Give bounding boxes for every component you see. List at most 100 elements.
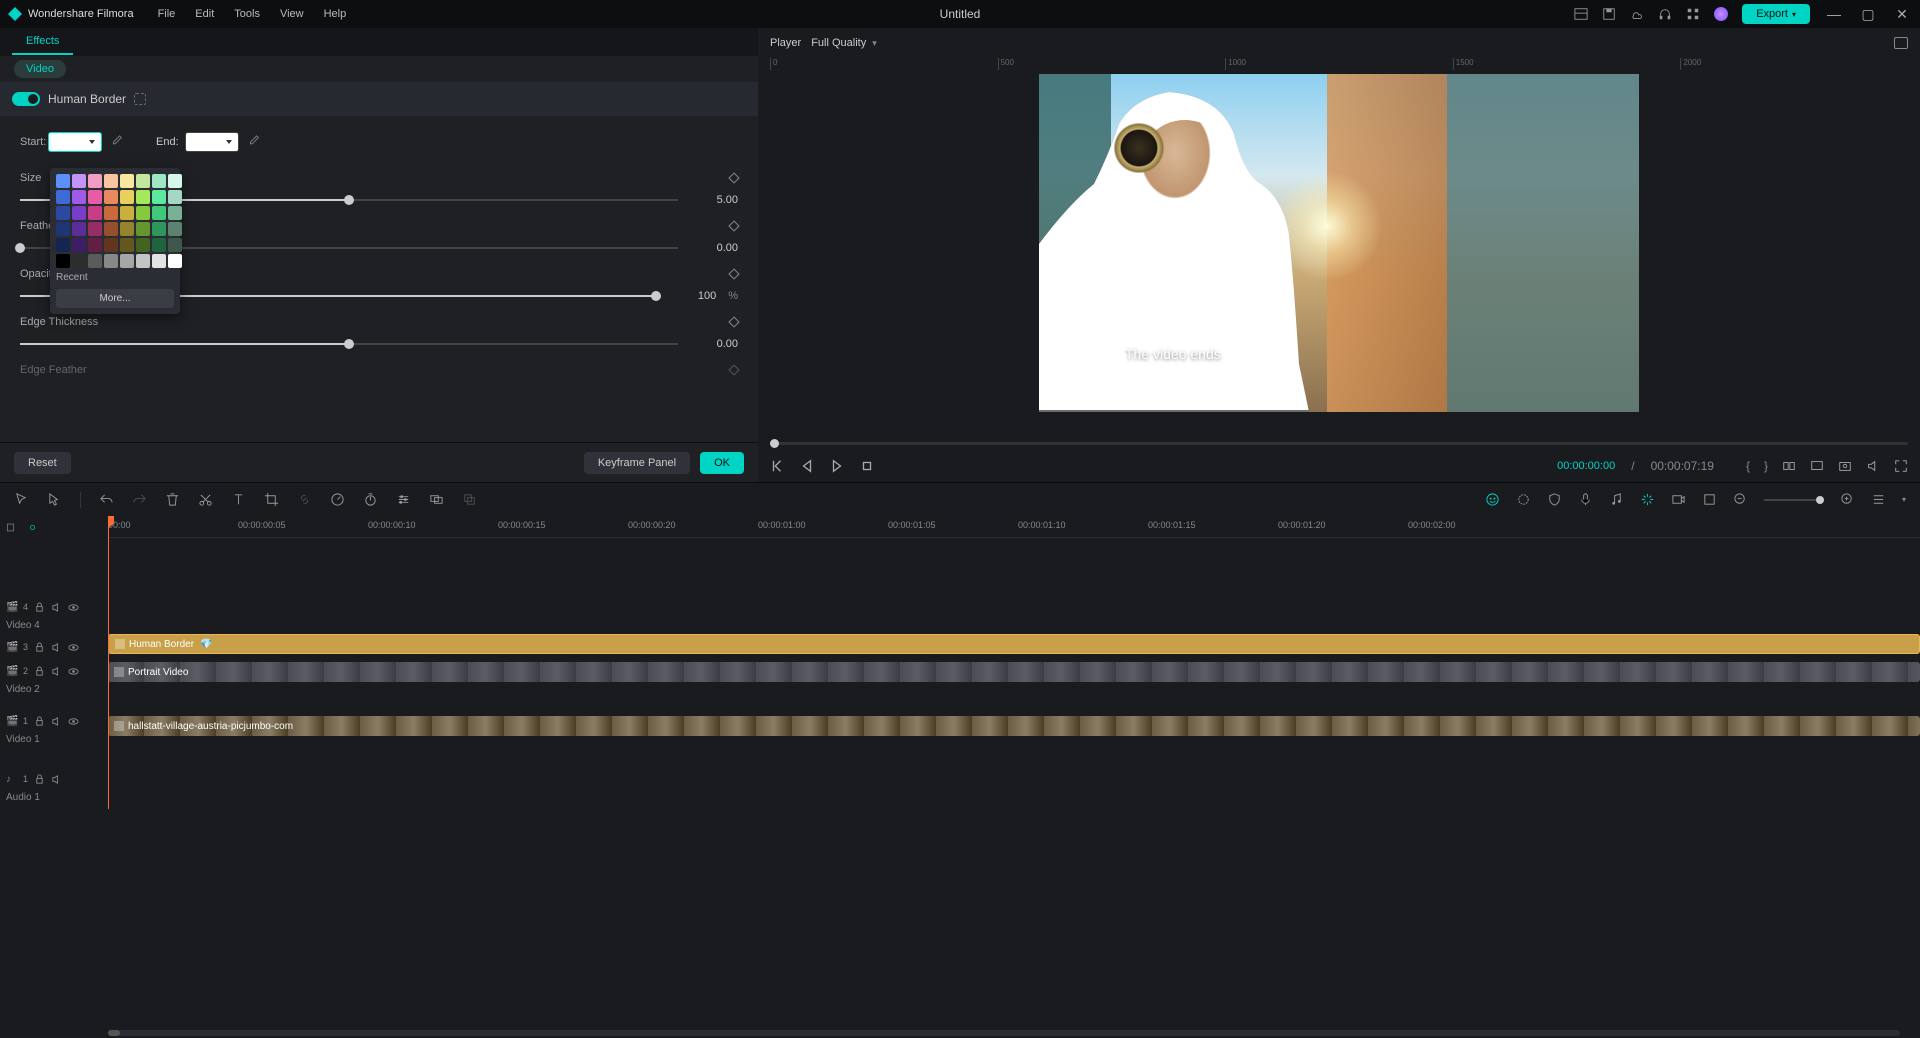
- color-swatch[interactable]: [120, 238, 134, 252]
- keyframe-diamond-icon[interactable]: [728, 220, 739, 231]
- menu-view[interactable]: View: [280, 8, 304, 20]
- color-swatch[interactable]: [120, 174, 134, 188]
- color-swatch[interactable]: [152, 238, 166, 252]
- track-audio-1[interactable]: [108, 782, 1920, 802]
- color-swatch[interactable]: [120, 222, 134, 236]
- speed-icon[interactable]: [330, 492, 345, 507]
- visibility-icon[interactable]: [68, 666, 79, 677]
- color-swatch[interactable]: [56, 190, 70, 204]
- music-icon[interactable]: [1609, 492, 1624, 507]
- track-options-icon[interactable]: [6, 522, 17, 533]
- param-value[interactable]: 100: [668, 290, 716, 302]
- record-icon[interactable]: [1671, 492, 1686, 507]
- param-value[interactable]: 0.00: [690, 242, 738, 254]
- menu-edit[interactable]: Edit: [195, 8, 214, 20]
- color-swatch[interactable]: [72, 206, 86, 220]
- keyframe-panel-button[interactable]: Keyframe Panel: [584, 452, 690, 474]
- color-swatch[interactable]: [56, 174, 70, 188]
- maximize-button[interactable]: ▢: [1858, 6, 1878, 23]
- clip-human-border[interactable]: Human Border 💎: [108, 634, 1920, 654]
- shield-icon[interactable]: [1547, 492, 1562, 507]
- adjust-icon[interactable]: [396, 492, 411, 507]
- param-value[interactable]: 0.00: [690, 338, 738, 350]
- visibility-icon[interactable]: [68, 602, 79, 613]
- mute-icon[interactable]: [51, 716, 62, 727]
- apps-icon[interactable]: [1686, 7, 1700, 21]
- layout-icon[interactable]: [1574, 7, 1588, 21]
- time-ruler[interactable]: 00:0000:00:00:0500:00:00:1000:00:00:1500…: [108, 516, 1920, 538]
- keyframe-diamond-icon[interactable]: [728, 364, 739, 375]
- lock-icon[interactable]: [34, 666, 45, 677]
- headphones-icon[interactable]: [1658, 7, 1672, 21]
- track-video-4[interactable]: [108, 594, 1920, 614]
- menu-help[interactable]: Help: [324, 8, 347, 20]
- link-icon[interactable]: [297, 492, 312, 507]
- color-swatch[interactable]: [136, 254, 150, 268]
- quality-selector[interactable]: Full Quality▾: [811, 37, 877, 49]
- effect-reset-icon[interactable]: [134, 93, 146, 105]
- player-tab[interactable]: Player: [770, 37, 801, 49]
- color-swatch[interactable]: [168, 238, 182, 252]
- eyedropper-start-icon[interactable]: [110, 135, 124, 149]
- reset-button[interactable]: Reset: [14, 452, 71, 474]
- color-swatch[interactable]: [72, 238, 86, 252]
- fullscreen-icon[interactable]: [1894, 459, 1908, 473]
- color-swatch[interactable]: [56, 222, 70, 236]
- menu-file[interactable]: File: [158, 8, 176, 20]
- track-video-2[interactable]: Portrait Video: [108, 662, 1920, 682]
- ai-effect-icon[interactable]: [1640, 492, 1655, 507]
- stop-icon[interactable]: [860, 459, 874, 473]
- cursor-tool-icon[interactable]: [14, 492, 29, 507]
- color-swatch[interactable]: [136, 190, 150, 204]
- list-view-icon[interactable]: [1871, 492, 1886, 507]
- effects-tab[interactable]: Effects: [12, 29, 73, 55]
- param-value[interactable]: 5.00: [690, 194, 738, 206]
- capture-icon[interactable]: [1894, 37, 1908, 49]
- lock-icon[interactable]: [34, 642, 45, 653]
- color-swatch[interactable]: [136, 238, 150, 252]
- close-button[interactable]: ✕: [1892, 6, 1912, 23]
- clip-background-video[interactable]: hallstatt-village-austria-picjumbo-com: [108, 716, 1920, 736]
- mute-icon[interactable]: [51, 774, 62, 785]
- start-color-picker[interactable]: [48, 132, 102, 152]
- color-swatch[interactable]: [88, 174, 102, 188]
- color-swatch[interactable]: [168, 206, 182, 220]
- keyframe-diamond-icon[interactable]: [728, 268, 739, 279]
- select-tool-icon[interactable]: [47, 492, 62, 507]
- scrubber[interactable]: [758, 436, 1920, 450]
- save-icon[interactable]: [1602, 7, 1616, 21]
- lock-icon[interactable]: [34, 716, 45, 727]
- eyedropper-end-icon[interactable]: [247, 135, 261, 149]
- preview-canvas[interactable]: The video ends: [1039, 74, 1639, 412]
- color-swatch[interactable]: [152, 222, 166, 236]
- cut-icon[interactable]: [198, 492, 213, 507]
- mic-icon[interactable]: [1578, 492, 1593, 507]
- compare-icon[interactable]: [1782, 459, 1796, 473]
- undo-icon[interactable]: [99, 492, 114, 507]
- volume-icon[interactable]: [1866, 459, 1880, 473]
- mark-out-icon[interactable]: }: [1764, 459, 1768, 473]
- play-backward-icon[interactable]: [800, 459, 814, 473]
- timer-icon[interactable]: [363, 492, 378, 507]
- track-video-1[interactable]: hallstatt-village-austria-picjumbo-com: [108, 716, 1920, 736]
- color-icon[interactable]: [1516, 492, 1531, 507]
- color-swatch[interactable]: [88, 254, 102, 268]
- zoom-slider[interactable]: [1764, 499, 1824, 501]
- color-swatch[interactable]: [152, 190, 166, 204]
- lock-icon[interactable]: [34, 774, 45, 785]
- color-swatch[interactable]: [104, 174, 118, 188]
- color-swatch[interactable]: [104, 222, 118, 236]
- color-swatch[interactable]: [152, 174, 166, 188]
- ai-face-icon[interactable]: [1485, 492, 1500, 507]
- prev-frame-icon[interactable]: [770, 459, 784, 473]
- color-swatch[interactable]: [168, 254, 182, 268]
- redo-icon[interactable]: [132, 492, 147, 507]
- color-swatch[interactable]: [104, 238, 118, 252]
- ok-button[interactable]: OK: [700, 452, 744, 474]
- color-swatch[interactable]: [152, 206, 166, 220]
- visibility-icon[interactable]: [68, 642, 79, 653]
- mute-icon[interactable]: [51, 642, 62, 653]
- color-swatch[interactable]: [72, 254, 86, 268]
- copy-icon[interactable]: [462, 492, 477, 507]
- play-icon[interactable]: [830, 459, 844, 473]
